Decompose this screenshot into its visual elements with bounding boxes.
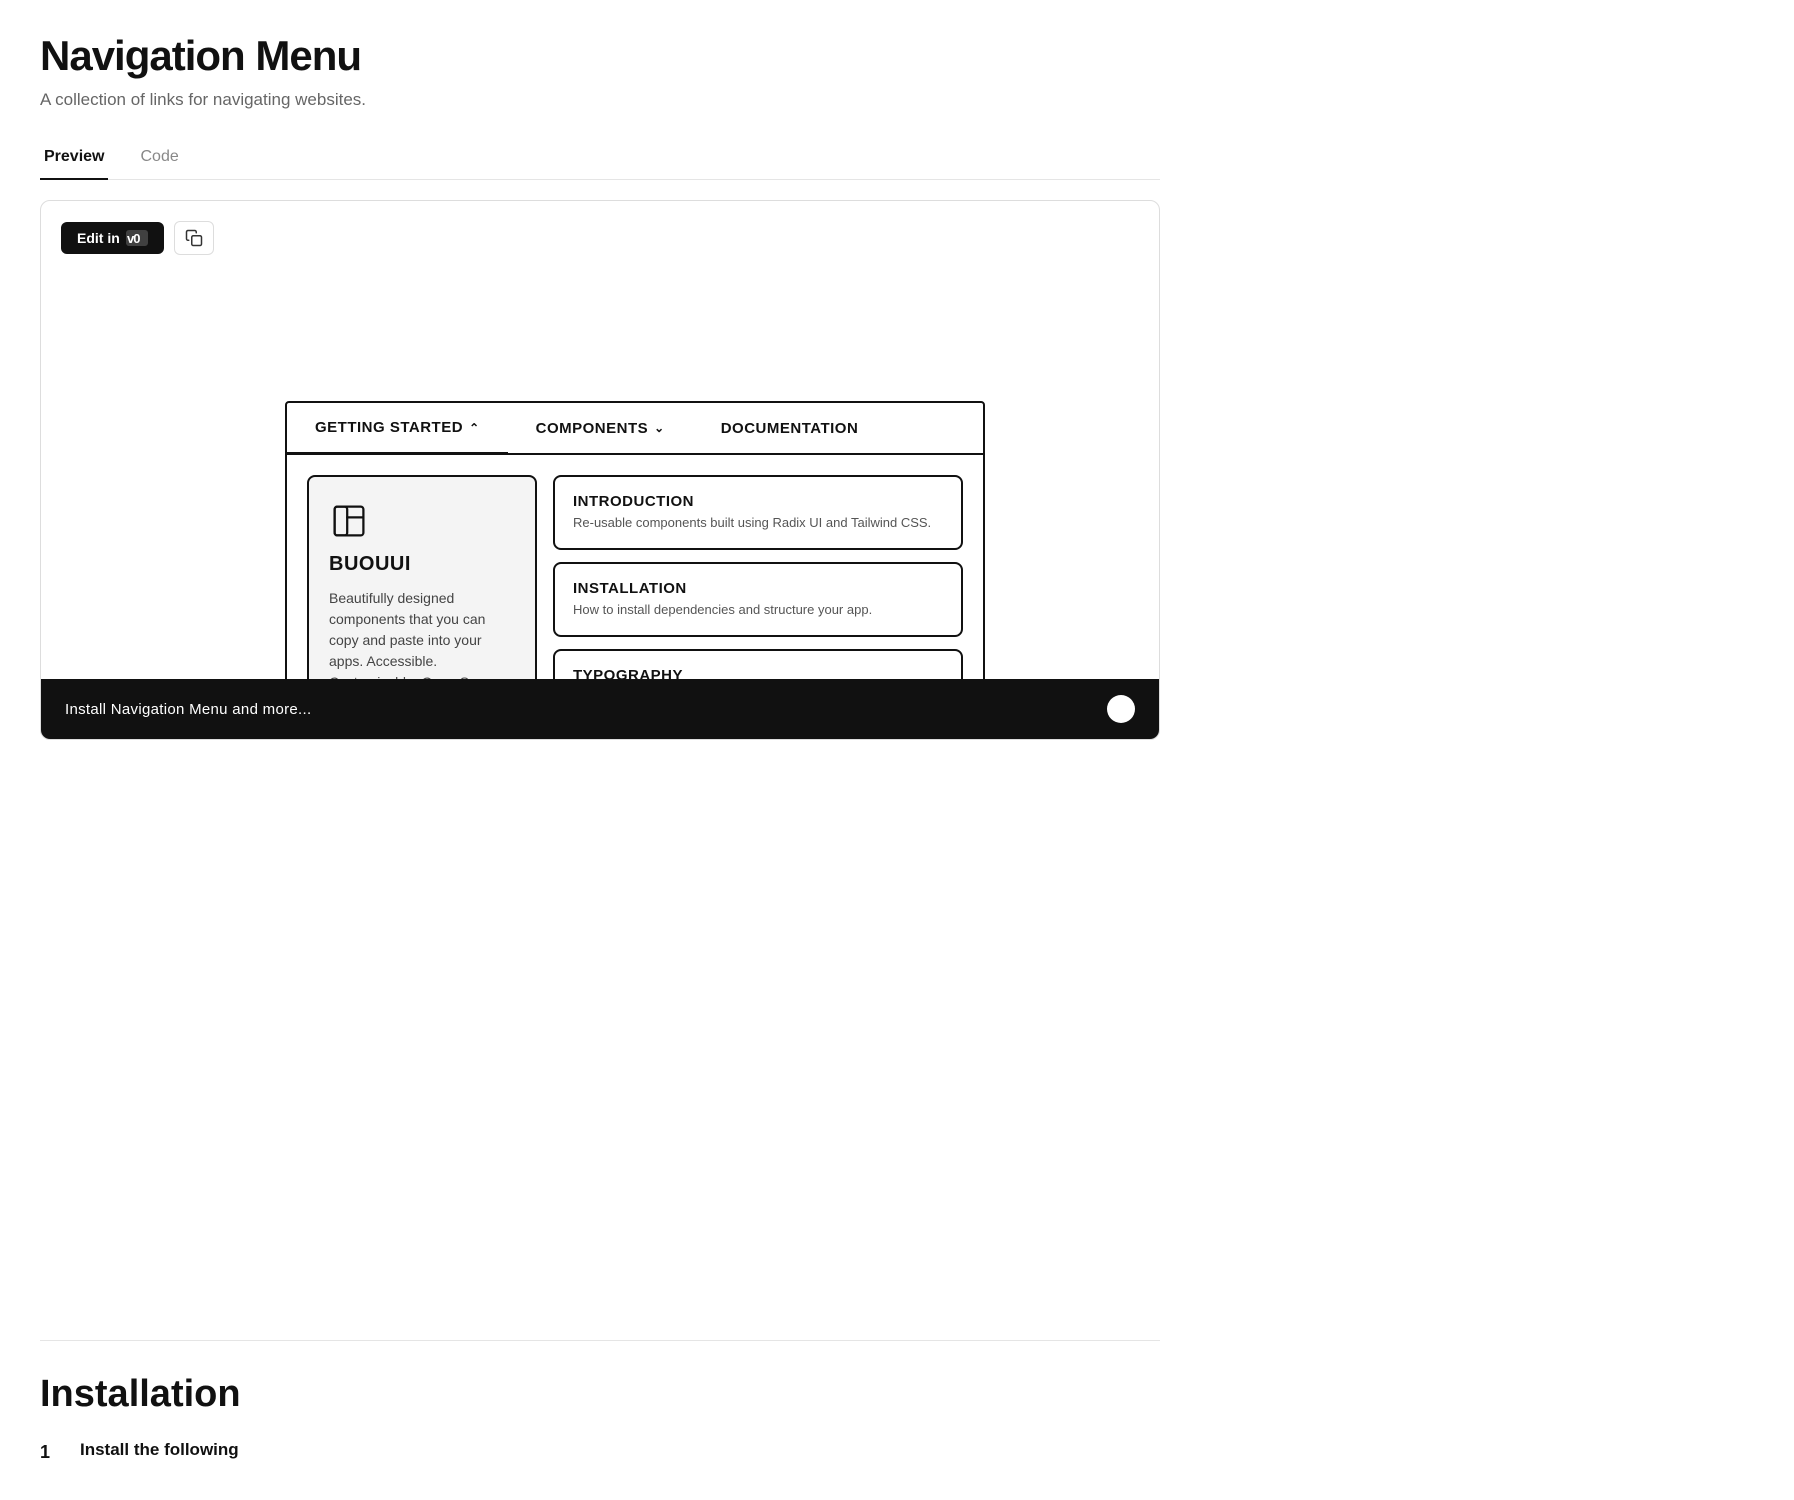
preview-container: Edit in v0: [40, 200, 1160, 740]
layout-icon: [329, 501, 369, 541]
tab-code[interactable]: Code: [136, 138, 182, 180]
install-step-1: 1 Install the following: [40, 1440, 1160, 1463]
nav-link-introduction[interactable]: INTRODUCTION Re-usable components built …: [553, 475, 963, 550]
copy-button[interactable]: [174, 221, 214, 255]
edit-in-v0-button[interactable]: Edit in v0: [61, 222, 164, 254]
edit-label: Edit in: [77, 230, 120, 246]
nav-bar: GETTING STARTED ⌃ COMPONENTS ⌄ DOCUMENTA…: [287, 403, 983, 455]
install-step-number: 1: [40, 1440, 60, 1463]
white-circle-icon: [1107, 695, 1135, 723]
page-title: Navigation Menu: [40, 32, 1160, 80]
page-subtitle: A collection of links for navigating web…: [40, 90, 1160, 110]
nav-featured-title: BUOUUI: [329, 553, 515, 576]
nav-item-getting-started[interactable]: GETTING STARTED ⌃: [287, 403, 508, 455]
nav-link-title-installation: INSTALLATION: [573, 580, 943, 597]
installation-section: Installation 1 Install the following: [40, 1340, 1160, 1463]
v0-logo-icon: v0: [126, 230, 148, 246]
nav-link-installation[interactable]: INSTALLATION How to install dependencies…: [553, 562, 963, 637]
chevron-up-icon: ⌃: [469, 421, 480, 435]
nav-link-desc-installation: How to install dependencies and structur…: [573, 601, 943, 619]
svg-text:v0: v0: [127, 231, 140, 246]
nav-link-title-introduction: INTRODUCTION: [573, 493, 943, 510]
tabs-bar: Preview Code: [40, 138, 1160, 180]
nav-link-desc-introduction: Re-usable components built using Radix U…: [573, 514, 943, 532]
tab-preview[interactable]: Preview: [40, 138, 108, 180]
bottom-black-bar: Install Navigation Menu and more...: [41, 679, 1159, 739]
install-step-label: Install the following: [80, 1440, 239, 1460]
nav-item-documentation[interactable]: DOCUMENTATION: [693, 404, 887, 453]
chevron-down-icon: ⌄: [654, 421, 665, 435]
bottom-bar-text: Install Navigation Menu and more...: [65, 701, 311, 718]
nav-item-components[interactable]: COMPONENTS ⌄: [508, 404, 693, 453]
preview-toolbar: Edit in v0: [61, 221, 1139, 255]
installation-title: Installation: [40, 1373, 1160, 1416]
nav-featured-description: Beautifully designed components that you…: [329, 588, 515, 693]
